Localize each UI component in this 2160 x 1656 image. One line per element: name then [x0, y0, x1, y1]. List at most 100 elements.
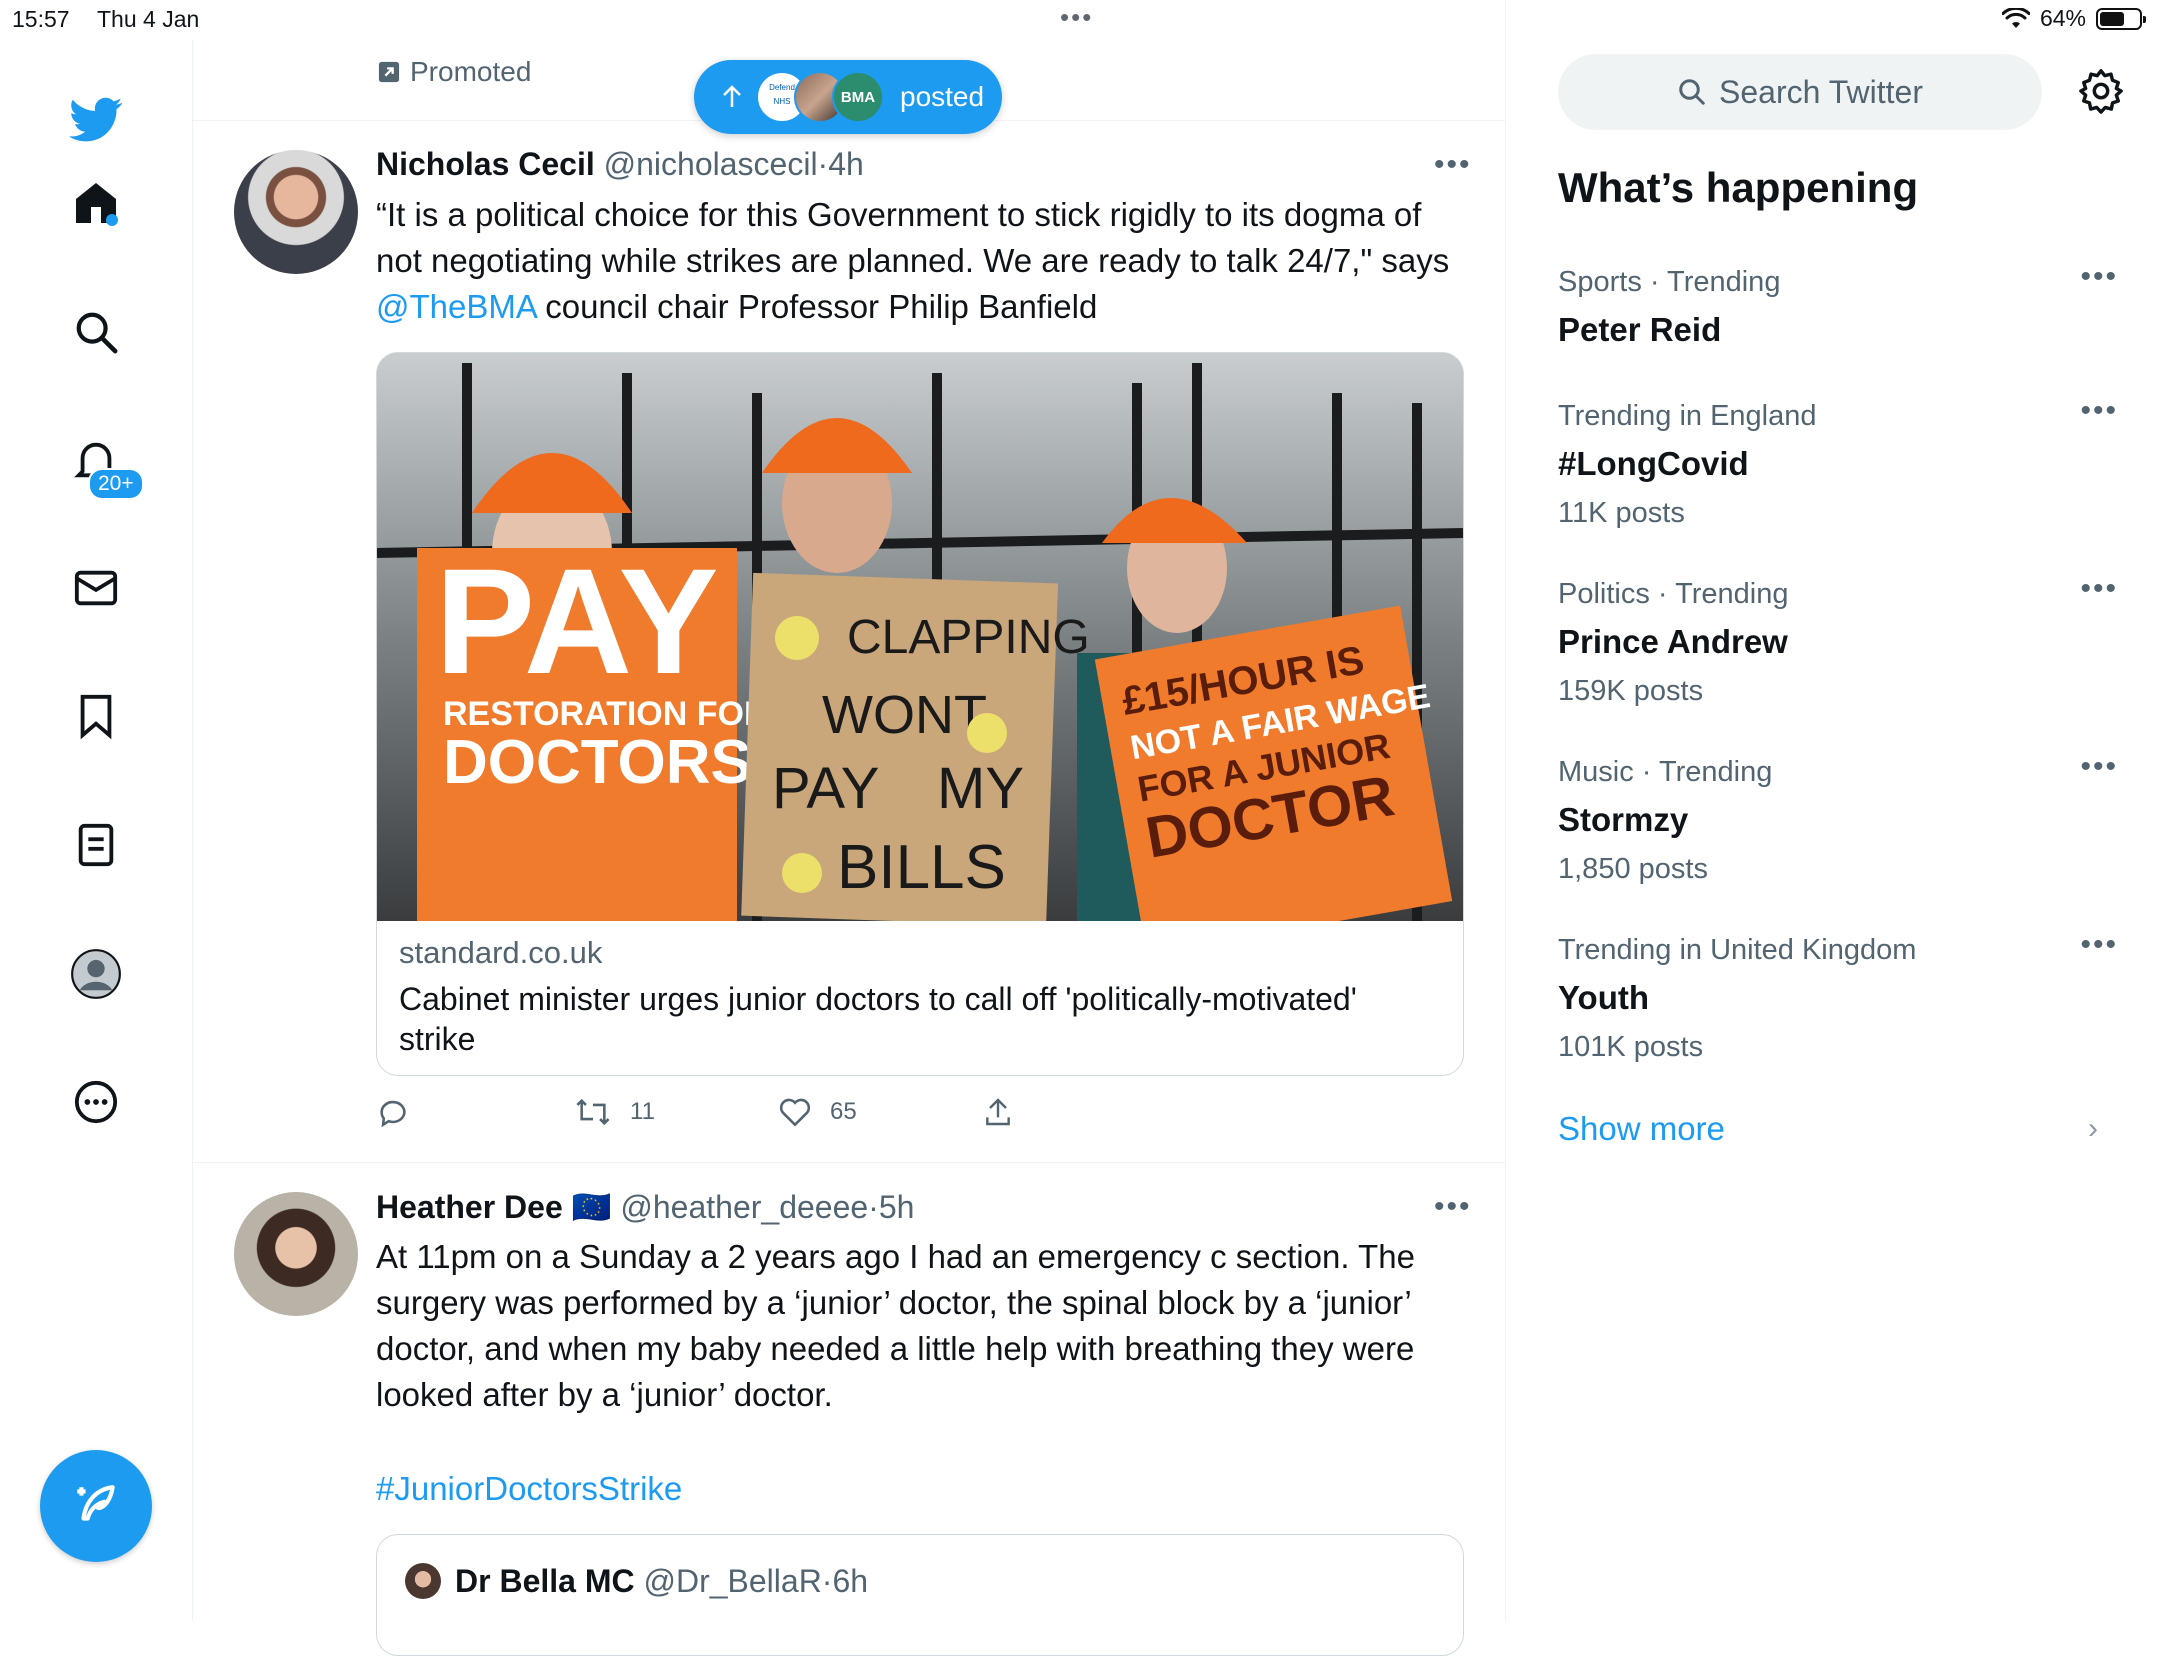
arrow-up-icon [723, 85, 741, 107]
like-button[interactable]: 65 [778, 1095, 857, 1129]
show-more-link[interactable]: Show more [1558, 1110, 1725, 1148]
hashtag-link[interactable]: #JuniorDoctorsStrike [376, 1466, 682, 1512]
battery-icon [2096, 7, 2146, 30]
settings-gear-icon[interactable] [2078, 68, 2124, 119]
new-posts-pill[interactable]: Defend NHS BMA posted [694, 60, 1002, 134]
trend-category: Sports · Trending [1558, 266, 1781, 298]
trend-post-count: 159K posts [1558, 675, 1704, 707]
tweet-text: “It is a political choice for this Gover… [376, 196, 1450, 325]
quote-tweet-card[interactable]: Dr Bella MC @Dr_BellaR·6h [376, 1534, 1464, 1656]
trend-more-button[interactable]: ••• [2080, 572, 2118, 606]
trend-category: Music · Trending [1558, 756, 1773, 788]
trend-item[interactable]: Trending in England #LongCovid 11K posts… [1558, 394, 2118, 530]
promoted-label: Promoted [378, 56, 531, 88]
notifications-badge: 20+ [88, 468, 144, 500]
divider [193, 1162, 1505, 1163]
quote-author-handle: @Dr_BellaR [643, 1563, 822, 1599]
lists-icon[interactable] [66, 815, 126, 875]
whats-happening-heading: What’s happening [1558, 164, 1919, 211]
compose-tweet-button[interactable] [40, 1450, 152, 1562]
svg-text:PAY: PAY [772, 756, 879, 821]
home-icon[interactable] [66, 173, 126, 233]
tweet-more-button[interactable]: ••• [1434, 1190, 1472, 1224]
trend-name: Stormzy [1558, 801, 1689, 838]
status-date: Thu 4 Jan [97, 6, 200, 32]
trend-item[interactable]: Sports · Trending Peter Reid ••• [1558, 260, 2118, 349]
twitter-logo-icon[interactable] [66, 90, 126, 150]
posted-label: posted [900, 81, 985, 112]
link-card-image: PAY RESTORATION FOR DOCTORS CLAPPING WON… [377, 353, 1463, 955]
retweet-button[interactable]: 11 [574, 1095, 655, 1129]
trend-post-count: 1,850 posts [1558, 853, 1708, 885]
tweet-author-handle[interactable]: @heather_deeee [620, 1189, 868, 1225]
profile-icon[interactable] [66, 944, 126, 1004]
link-card-title: Cabinet minister urges junior doctors to… [399, 981, 1357, 1057]
quote-header: Dr Bella MC @Dr_BellaR·6h [455, 1563, 869, 1599]
tweet-timestamp[interactable]: 5h [879, 1189, 915, 1225]
tweet-author-name[interactable]: Nicholas Cecil [376, 146, 595, 182]
trend-item[interactable]: Music · Trending Stormzy 1,850 posts ••• [1558, 750, 2118, 886]
home-unread-dot [106, 214, 118, 226]
tweet-timestamp[interactable]: 4h [828, 146, 864, 182]
search-icon[interactable] [66, 302, 126, 362]
trend-item[interactable]: Politics · Trending Prince Andrew 159K p… [1558, 572, 2118, 708]
tweet-author-handle[interactable]: @nicholascecil [604, 146, 818, 182]
retweet-count: 11 [630, 1098, 655, 1125]
left-nav: 20+ [0, 40, 193, 1620]
trend-post-count: 11K posts [1558, 497, 1685, 529]
wifi-icon [2001, 7, 2030, 28]
promoted-icon [378, 61, 400, 83]
tweet-header: Nicholas Cecil @nicholascecil·4h [376, 146, 864, 182]
trend-more-button[interactable]: ••• [2080, 750, 2118, 784]
like-heart-icon [779, 1098, 811, 1127]
chevron-right-icon[interactable]: › [2088, 1112, 2098, 1146]
trend-more-button[interactable]: ••• [2080, 260, 2118, 294]
search-placeholder: Search Twitter [1719, 73, 1923, 110]
trend-category: Trending in United Kingdom [1558, 934, 1917, 966]
trend-category: Politics · Trending [1558, 578, 1789, 610]
eu-flag-icon: 🇪🇺 [571, 1189, 612, 1225]
trend-category: Trending in England [1558, 400, 1817, 432]
reply-icon [380, 1100, 406, 1128]
battery-percent: 64% [2039, 5, 2086, 31]
trend-name: Peter Reid [1558, 311, 1722, 348]
svg-text:CLAPPING: CLAPPING [847, 611, 1090, 664]
trend-name: #LongCovid [1558, 445, 1749, 482]
messages-envelope-icon[interactable] [66, 558, 126, 618]
link-card[interactable]: PAY RESTORATION FOR DOCTORS CLAPPING WON… [376, 352, 1464, 1076]
compose-feather-icon [77, 1485, 115, 1521]
link-card-domain: standard.co.uk [399, 935, 603, 970]
svg-text:BILLS: BILLS [837, 833, 1006, 902]
status-time: 15:57 [12, 6, 70, 32]
trend-name: Youth [1558, 979, 1650, 1016]
search-box[interactable]: Search Twitter [1558, 54, 2042, 130]
bookmarks-icon[interactable] [66, 686, 126, 746]
mention-link[interactable]: @TheBMA [376, 288, 536, 325]
trend-post-count: 101K posts [1558, 1031, 1704, 1063]
retweet-icon [576, 1098, 610, 1126]
tweet-avatar-heather-dee[interactable] [234, 1192, 358, 1316]
svg-text:WONT: WONT [822, 685, 987, 745]
tweet-more-button[interactable]: ••• [1434, 148, 1472, 182]
tweet-text: At 11pm on a Sunday a 2 years ago I had … [376, 1238, 1415, 1413]
tweet-avatar-nicholas-cecil[interactable] [234, 150, 358, 274]
search-icon [1679, 79, 1705, 105]
quote-timestamp: 6h [832, 1563, 869, 1599]
status-right: 64% [2001, 5, 2146, 32]
trend-item[interactable]: Trending in United Kingdom Youth 101K po… [1558, 928, 2118, 1064]
pill-avatar-bma: BMA [832, 71, 884, 123]
tweet-header: Heather Dee 🇪🇺 @heather_deeee·5h [376, 1189, 915, 1225]
tweet-author-name[interactable]: Heather Dee [376, 1189, 563, 1225]
reply-button[interactable] [376, 1095, 410, 1129]
trend-more-button[interactable]: ••• [2080, 394, 2118, 428]
share-button[interactable] [982, 1095, 1014, 1129]
quote-avatar [405, 1563, 441, 1599]
svg-text:MY: MY [937, 756, 1024, 821]
trend-name: Prince Andrew [1558, 623, 1788, 660]
more-options-icon[interactable] [66, 1072, 126, 1132]
trend-more-button[interactable]: ••• [2080, 928, 2118, 962]
quote-author-name: Dr Bella MC [455, 1563, 635, 1599]
share-icon [986, 1098, 1010, 1126]
like-count: 65 [830, 1098, 857, 1125]
svg-text:DOCTORS: DOCTORS [443, 728, 752, 797]
